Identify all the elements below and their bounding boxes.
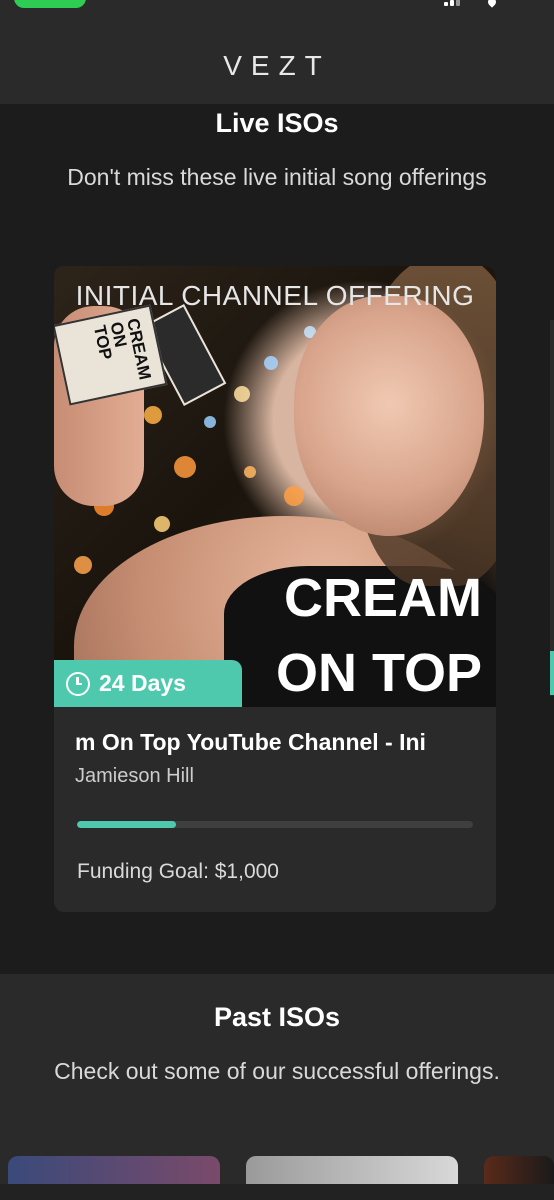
brand-logo[interactable]: VEZT — [0, 50, 554, 82]
can-label: CREAM ON TOP — [89, 316, 155, 382]
app-header: VEZT — [0, 0, 554, 104]
next-iso-card-edge[interactable] — [550, 320, 554, 696]
clock-icon — [66, 671, 90, 696]
image-title-line2: ON TOP — [275, 643, 482, 703]
call-indicator — [14, 0, 86, 8]
days-left-badge: 24 Days — [54, 660, 242, 707]
iso-card[interactable]: CREAM ON TOP INITIAL CHANNEL OFFERING CR… — [54, 266, 496, 912]
bottom-edge — [0, 1184, 554, 1200]
iso-card-artist: Jamieson Hill — [75, 765, 194, 787]
next-iso-card-badge — [550, 651, 554, 695]
past-isos-subtitle: Check out some of our successful offerin… — [54, 1058, 500, 1084]
live-isos-subtitle: Don't miss these live initial song offer… — [67, 164, 487, 190]
iso-card-image[interactable]: CREAM ON TOP INITIAL CHANNEL OFFERING CR… — [54, 266, 496, 707]
status-bar — [0, 0, 554, 10]
past-isos-title: Past ISOs — [213, 1002, 341, 1032]
funding-progress-fill — [77, 821, 176, 828]
status-icons — [444, 0, 514, 8]
iso-card-title[interactable]: m On Top YouTube Channel - Ini — [75, 729, 475, 756]
image-title-line1: CREAM — [284, 568, 482, 628]
funding-goal: Funding Goal: $1,000 — [77, 860, 279, 883]
funding-progress-bar — [77, 821, 473, 828]
days-left-text: 24 Days — [99, 670, 186, 696]
live-isos-title: Live ISOs — [215, 108, 339, 138]
portrait-face — [294, 296, 484, 536]
image-caption: INITIAL CHANNEL OFFERING — [75, 280, 475, 311]
